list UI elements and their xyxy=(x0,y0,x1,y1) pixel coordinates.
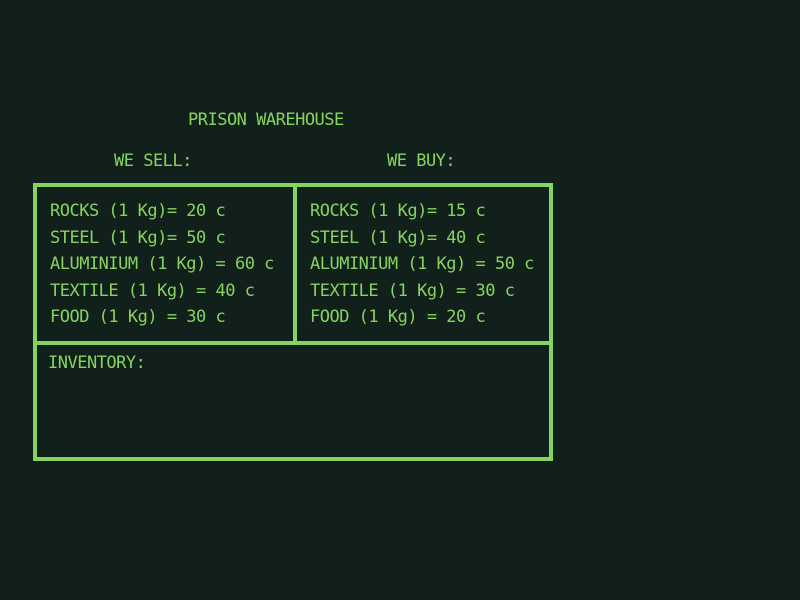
sell-item: TEXTILE (1 Kg) = 40 c xyxy=(50,280,255,301)
buy-list: ROCKS (1 Kg)= 15 c STEEL (1 Kg)= 40 c AL… xyxy=(310,198,534,331)
buy-item: STEEL (1 Kg)= 40 c xyxy=(310,227,486,248)
sell-heading: WE SELL: xyxy=(114,151,192,171)
sell-item: ROCKS (1 Kg)= 20 c xyxy=(50,201,226,221)
column-divider xyxy=(293,183,297,344)
buy-item: FOOD (1 Kg) = 20 c xyxy=(310,307,486,327)
buy-item: ALUMINIUM (1 Kg) = 50 c xyxy=(310,254,534,274)
sell-list: ROCKS (1 Kg)= 20 c STEEL (1 Kg)= 50 c AL… xyxy=(50,198,274,331)
buy-heading: WE BUY: xyxy=(387,151,456,171)
row-divider xyxy=(33,341,553,345)
buy-item: ROCKS (1 Kg)= 15 c xyxy=(310,201,486,221)
sell-item: STEEL (1 Kg)= 50 c xyxy=(50,227,226,248)
sell-item: ALUMINIUM (1 Kg) = 60 c xyxy=(50,254,274,274)
inventory-label: INVENTORY: xyxy=(48,353,146,373)
sell-item: FOOD (1 Kg) = 30 c xyxy=(50,307,226,327)
page-title: PRISON WAREHOUSE xyxy=(188,110,344,130)
buy-item: TEXTILE (1 Kg) = 30 c xyxy=(310,280,515,301)
